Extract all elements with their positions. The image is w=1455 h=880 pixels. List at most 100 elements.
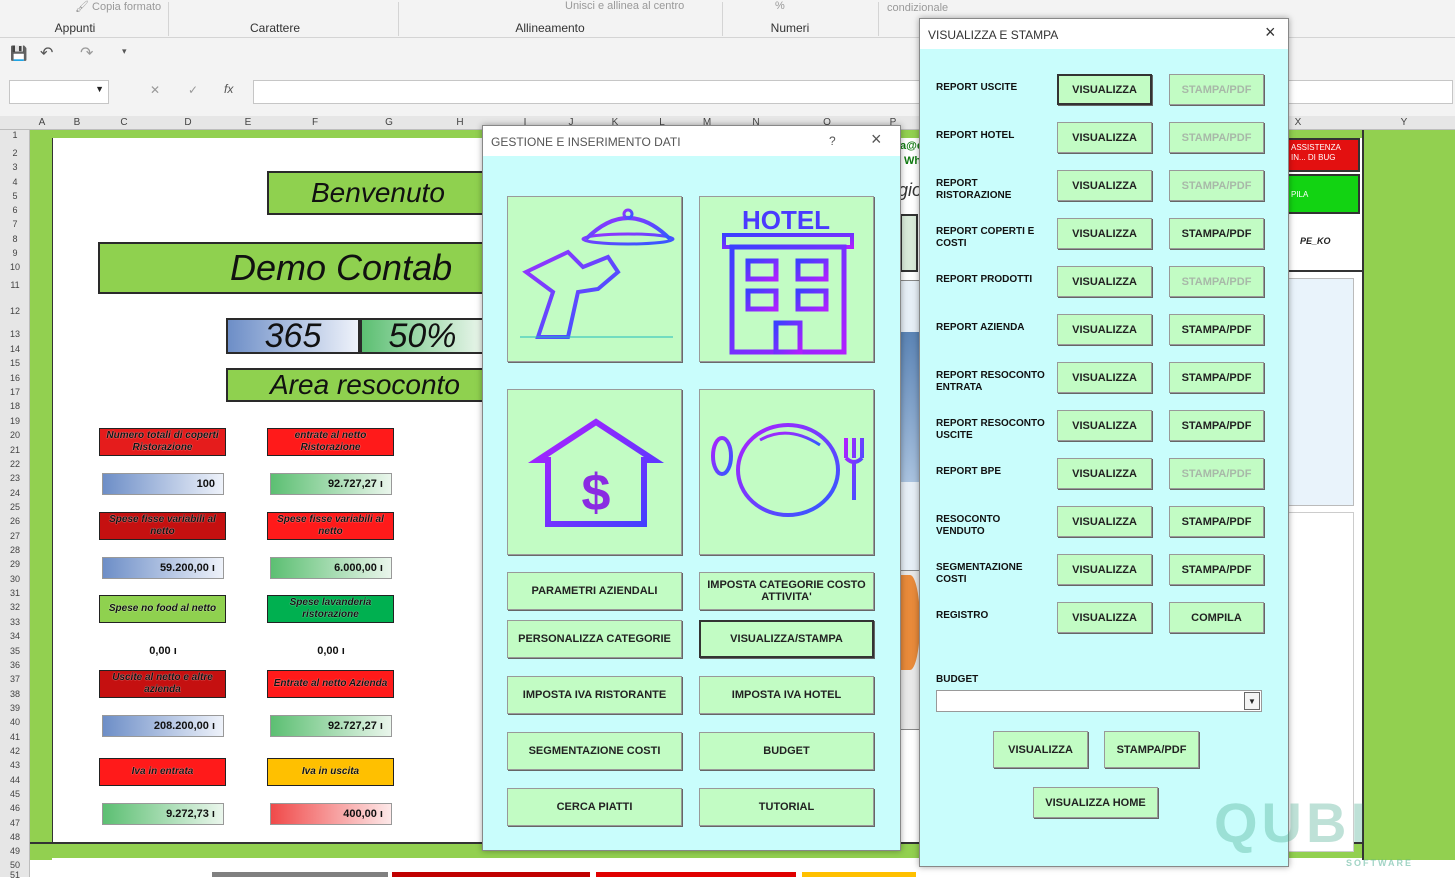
restaurant-tile[interactable] — [507, 196, 682, 362]
budget-print-button[interactable]: STAMPA/PDF — [1104, 731, 1199, 768]
finance-tile[interactable]: $ — [507, 389, 682, 555]
row-header[interactable]: 6 — [0, 205, 30, 215]
report-print-button[interactable]: STAMPA/PDF — [1169, 410, 1264, 441]
report-view-button[interactable]: VISUALIZZA — [1057, 506, 1152, 537]
row-header[interactable]: 45 — [0, 789, 30, 799]
sheet-tab[interactable] — [596, 872, 796, 877]
report-view-button[interactable]: VISUALIZZA — [1057, 74, 1152, 105]
row-header[interactable]: 15 — [0, 358, 30, 368]
row-header[interactable]: 48 — [0, 832, 30, 842]
row-header[interactable]: 9 — [0, 248, 30, 258]
budget-select[interactable]: ▼ — [936, 690, 1262, 712]
report-print-button[interactable]: STAMPA/PDF — [1169, 218, 1264, 249]
close-button[interactable]: × — [1265, 22, 1276, 43]
conditional-format-button[interactable]: condizionale — [887, 2, 948, 14]
hotel-vat-button[interactable]: IMPOSTA IVA HOTEL — [699, 676, 874, 714]
row-header[interactable]: 37 — [0, 674, 30, 684]
copy-format-button[interactable]: 🖌 Copia formato — [75, 0, 161, 13]
row-header[interactable]: 8 — [0, 234, 30, 244]
view-print-button[interactable]: VISUALIZZA/STAMPA — [699, 620, 874, 658]
menu-tile[interactable] — [699, 389, 874, 555]
percent-button[interactable]: % — [775, 0, 785, 12]
row-header[interactable]: 22 — [0, 459, 30, 469]
row-header[interactable]: 27 — [0, 531, 30, 541]
business-params-button[interactable]: PARAMETRI AZIENDALI — [507, 572, 682, 610]
assistance-button[interactable]: ASSISTENZA IN... DI BUG — [1286, 138, 1360, 172]
row-header[interactable]: 51 — [0, 870, 30, 880]
row-header[interactable]: 38 — [0, 689, 30, 699]
confirm-icon[interactable]: ✓ — [188, 83, 198, 97]
row-header[interactable]: 4 — [0, 177, 30, 187]
chevron-down-icon[interactable]: ▼ — [1244, 692, 1260, 710]
set-cost-categories-button[interactable]: IMPOSTA CATEGORIE COSTO ATTIVITA' — [699, 572, 874, 610]
function-icon[interactable]: fx — [224, 82, 233, 96]
row-header[interactable]: 32 — [0, 602, 30, 612]
sheet-tab[interactable] — [802, 872, 916, 877]
undo-icon[interactable]: ↶ — [40, 43, 53, 63]
report-print-button[interactable]: COMPILA — [1169, 602, 1264, 633]
row-header[interactable]: 47 — [0, 818, 30, 828]
row-header[interactable]: 11 — [0, 280, 30, 290]
sheet-tab[interactable] — [212, 872, 388, 877]
row-header[interactable]: 50 — [0, 860, 30, 870]
name-box[interactable]: ▼ — [9, 80, 109, 104]
row-header[interactable]: 20 — [0, 430, 30, 440]
report-print-button[interactable]: STAMPA/PDF — [1169, 506, 1264, 537]
row-header[interactable]: 28 — [0, 545, 30, 555]
restaurant-vat-button[interactable]: IMPOSTA IVA RISTORANTE — [507, 676, 682, 714]
row-header[interactable]: 44 — [0, 775, 30, 785]
customize-toolbar-icon[interactable]: ▾ — [122, 46, 127, 57]
report-view-button[interactable]: VISUALIZZA — [1057, 266, 1152, 297]
row-header[interactable]: 18 — [0, 401, 30, 411]
report-view-button[interactable]: VISUALIZZA — [1057, 218, 1152, 249]
cancel-icon[interactable]: ✕ — [150, 83, 160, 97]
column-header[interactable]: X — [1288, 116, 1308, 129]
report-view-button[interactable]: VISUALIZZA — [1057, 410, 1152, 441]
column-header[interactable]: E — [238, 116, 258, 129]
row-header[interactable]: 34 — [0, 631, 30, 641]
row-header[interactable]: 46 — [0, 803, 30, 813]
view-home-button[interactable]: VISUALIZZA HOME — [1033, 787, 1158, 818]
column-header[interactable]: G — [379, 116, 399, 129]
row-header[interactable]: 7 — [0, 219, 30, 229]
column-header[interactable]: A — [32, 116, 52, 129]
report-view-button[interactable]: VISUALIZZA — [1057, 122, 1152, 153]
row-header[interactable]: 49 — [0, 846, 30, 856]
row-header[interactable]: 26 — [0, 516, 30, 526]
row-header[interactable]: 13 — [0, 329, 30, 339]
customize-categories-button[interactable]: PERSONALIZZA CATEGORIE — [507, 620, 682, 658]
report-view-button[interactable]: VISUALIZZA — [1057, 314, 1152, 345]
row-header[interactable]: 14 — [0, 344, 30, 354]
row-header[interactable]: 19 — [0, 416, 30, 426]
merge-center-button[interactable]: Unisci e allinea al centro — [565, 0, 684, 12]
column-header[interactable]: H — [450, 116, 470, 129]
row-header[interactable]: 5 — [0, 191, 30, 201]
row-header[interactable]: 3 — [0, 162, 30, 172]
row-header[interactable]: 25 — [0, 502, 30, 512]
row-header[interactable]: 1 — [0, 130, 30, 140]
cost-segmentation-button[interactable]: SEGMENTAZIONE COSTI — [507, 732, 682, 770]
row-header[interactable]: 29 — [0, 559, 30, 569]
row-header[interactable]: 41 — [0, 732, 30, 742]
row-header[interactable]: 12 — [0, 306, 30, 316]
report-view-button[interactable]: VISUALIZZA — [1057, 554, 1152, 585]
row-header[interactable]: 31 — [0, 588, 30, 598]
row-header[interactable]: 23 — [0, 473, 30, 483]
report-view-button[interactable]: VISUALIZZA — [1057, 458, 1152, 489]
close-button[interactable]: × — [871, 129, 882, 150]
column-header[interactable]: F — [305, 116, 325, 129]
compile-button[interactable]: PILA — [1286, 174, 1360, 214]
row-header[interactable]: 17 — [0, 387, 30, 397]
row-header[interactable]: 30 — [0, 574, 30, 584]
column-header[interactable]: D — [178, 116, 198, 129]
row-header[interactable]: 42 — [0, 746, 30, 756]
column-header[interactable]: B — [67, 116, 87, 129]
sheet-tab[interactable] — [392, 872, 590, 877]
hotel-tile[interactable]: HOTEL — [699, 196, 874, 362]
row-header[interactable]: 43 — [0, 760, 30, 770]
row-header[interactable]: 35 — [0, 646, 30, 656]
column-header[interactable]: C — [114, 116, 134, 129]
help-button[interactable]: ? — [829, 134, 836, 148]
report-view-button[interactable]: VISUALIZZA — [1057, 362, 1152, 393]
row-header[interactable]: 2 — [0, 148, 30, 158]
